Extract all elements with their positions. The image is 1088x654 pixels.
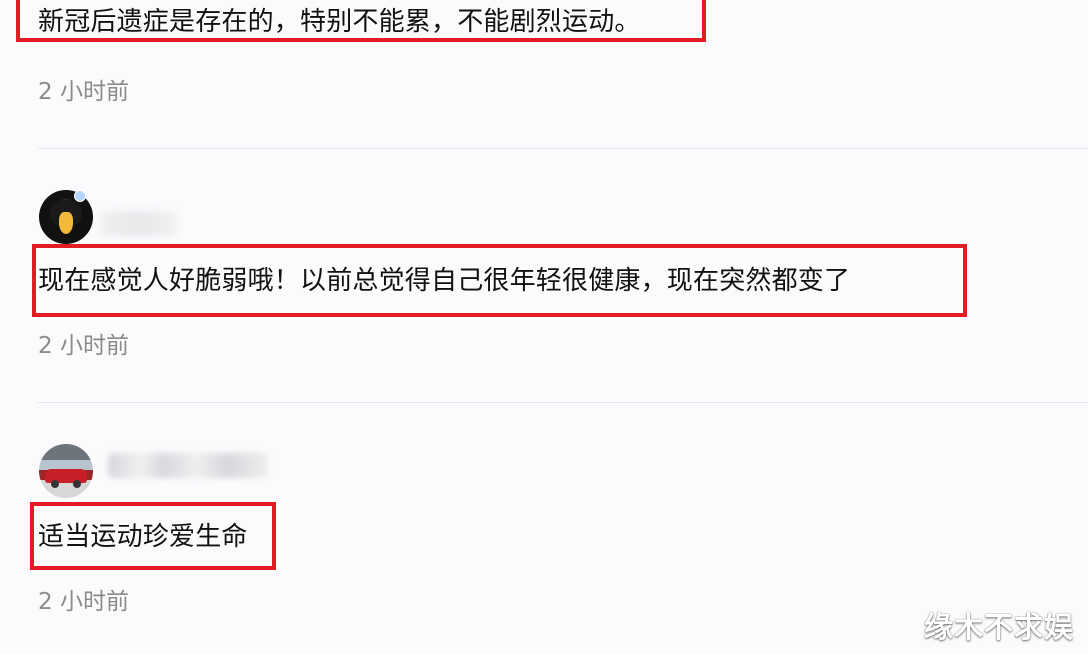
comment-list: 新冠后遗症是存在的，特别不能累，不能剧烈运动。 2 小时前 现在感觉人好脆弱哦！…: [0, 0, 1088, 654]
comment-3-avatar[interactable]: [39, 444, 93, 498]
comment-divider-1: [38, 148, 1088, 149]
watermark-text: 缘木不求娱: [923, 610, 1074, 644]
sweat-drop-icon: [74, 190, 86, 202]
car-wheel-icon: [51, 480, 59, 488]
comment-divider-2: [38, 402, 1088, 403]
comment-2-time: 2 小时前: [38, 333, 129, 359]
comment-1-text: 新冠后遗症是存在的，特别不能累，不能剧烈运动。: [38, 7, 641, 37]
comment-3-time: 2 小时前: [38, 589, 129, 615]
avatar-face-shape: [59, 212, 73, 234]
car-wheel-icon: [73, 480, 81, 488]
comment-1-time: 2 小时前: [38, 79, 129, 105]
comment-3-text: 适当运动珍爱生命: [38, 522, 248, 552]
comment-2-text: 现在感觉人好脆弱哦！以前总觉得自己很年轻很健康，现在突然都变了: [38, 266, 851, 296]
comment-3-username-blurred[interactable]: [108, 453, 268, 478]
comment-2-username-blurred[interactable]: [100, 211, 178, 236]
